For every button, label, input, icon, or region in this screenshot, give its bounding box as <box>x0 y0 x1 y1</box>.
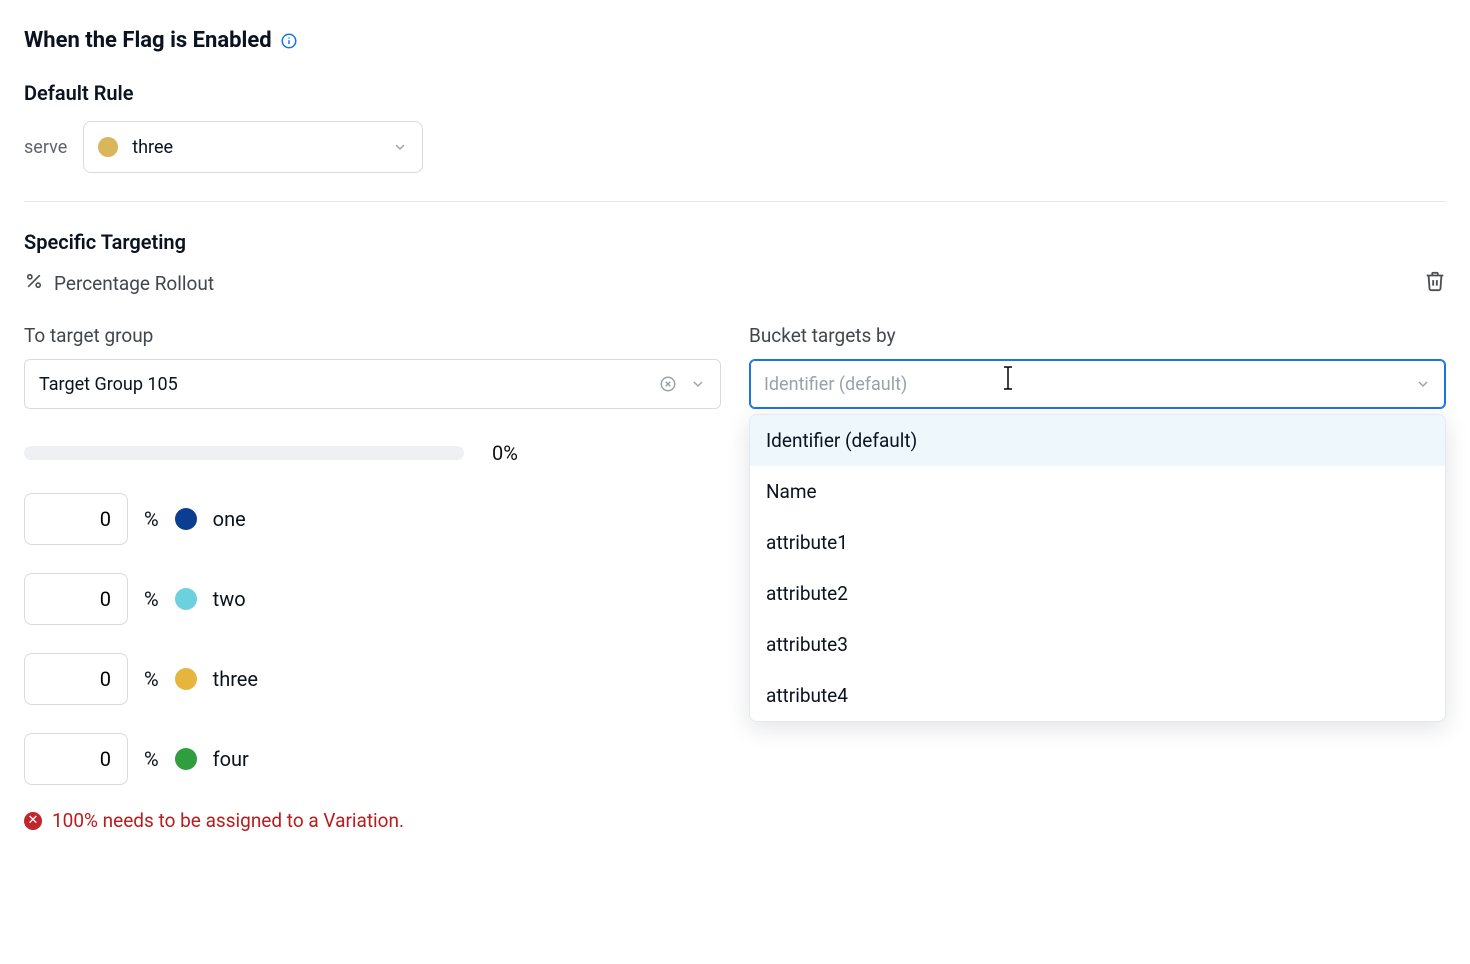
chevron-down-icon[interactable] <box>1411 372 1435 396</box>
clear-icon[interactable] <box>656 372 680 396</box>
variation-percent-input[interactable] <box>24 573 128 625</box>
specific-targeting-heading: Specific Targeting <box>24 230 1446 254</box>
rollout-progress-label: 0% <box>492 441 518 465</box>
variation-swatch-icon <box>175 748 197 770</box>
flag-enabled-header: When the Flag is Enabled <box>24 28 1446 53</box>
target-group-select[interactable]: Target Group 105 <box>24 359 721 409</box>
info-icon[interactable] <box>280 32 298 50</box>
bucket-by-option[interactable]: attribute2 <box>750 568 1445 619</box>
variation-row: % one <box>24 493 721 545</box>
percent-icon <box>24 271 44 296</box>
flag-enabled-title: When the Flag is Enabled <box>24 28 272 53</box>
variation-percent-input[interactable] <box>24 653 128 705</box>
variation-row: % two <box>24 573 721 625</box>
bucket-by-option[interactable]: attribute1 <box>750 517 1445 568</box>
target-group-value: Target Group 105 <box>39 374 656 395</box>
variation-swatch-icon <box>175 668 197 690</box>
delete-rollout-button[interactable] <box>1424 270 1446 296</box>
percent-sign: % <box>144 747 159 771</box>
variation-name: three <box>213 667 258 691</box>
bucket-by-placeholder: Identifier (default) <box>764 374 1411 395</box>
rollout-progress-bar <box>24 446 464 460</box>
percent-sign: % <box>144 507 159 531</box>
serve-select[interactable]: three <box>83 121 423 173</box>
target-group-label: To target group <box>24 324 721 347</box>
bucket-by-select[interactable]: Identifier (default) <box>749 359 1446 409</box>
divider <box>24 201 1446 202</box>
variation-name: four <box>213 747 249 771</box>
bucket-by-option[interactable]: attribute3 <box>750 619 1445 670</box>
bucket-by-dropdown[interactable]: Identifier (default)Nameattribute1attrib… <box>749 414 1446 722</box>
chevron-down-icon[interactable] <box>686 372 710 396</box>
variation-swatch-icon <box>175 588 197 610</box>
chevron-down-icon <box>392 139 408 155</box>
serve-value: three <box>132 137 378 158</box>
variation-swatch-icon <box>175 508 197 530</box>
bucket-by-option[interactable]: attribute4 <box>750 670 1445 721</box>
rollout-error: ✕ 100% needs to be assigned to a Variati… <box>24 809 721 832</box>
variation-row: % three <box>24 653 721 705</box>
default-rule-heading: Default Rule <box>24 81 1446 105</box>
serve-label: serve <box>24 137 67 158</box>
variation-name: one <box>213 507 246 531</box>
variation-name: two <box>213 587 246 611</box>
percentage-rollout-label: Percentage Rollout <box>24 271 214 296</box>
error-icon: ✕ <box>24 812 42 830</box>
error-message: 100% needs to be assigned to a Variation… <box>52 809 404 832</box>
variation-percent-input[interactable] <box>24 733 128 785</box>
bucket-by-option[interactable]: Name <box>750 466 1445 517</box>
percent-sign: % <box>144 667 159 691</box>
variation-percent-input[interactable] <box>24 493 128 545</box>
variation-row: % four <box>24 733 721 785</box>
bucket-by-label: Bucket targets by <box>749 324 1446 347</box>
serve-swatch-icon <box>98 137 118 157</box>
percent-sign: % <box>144 587 159 611</box>
bucket-by-option[interactable]: Identifier (default) <box>750 415 1445 466</box>
